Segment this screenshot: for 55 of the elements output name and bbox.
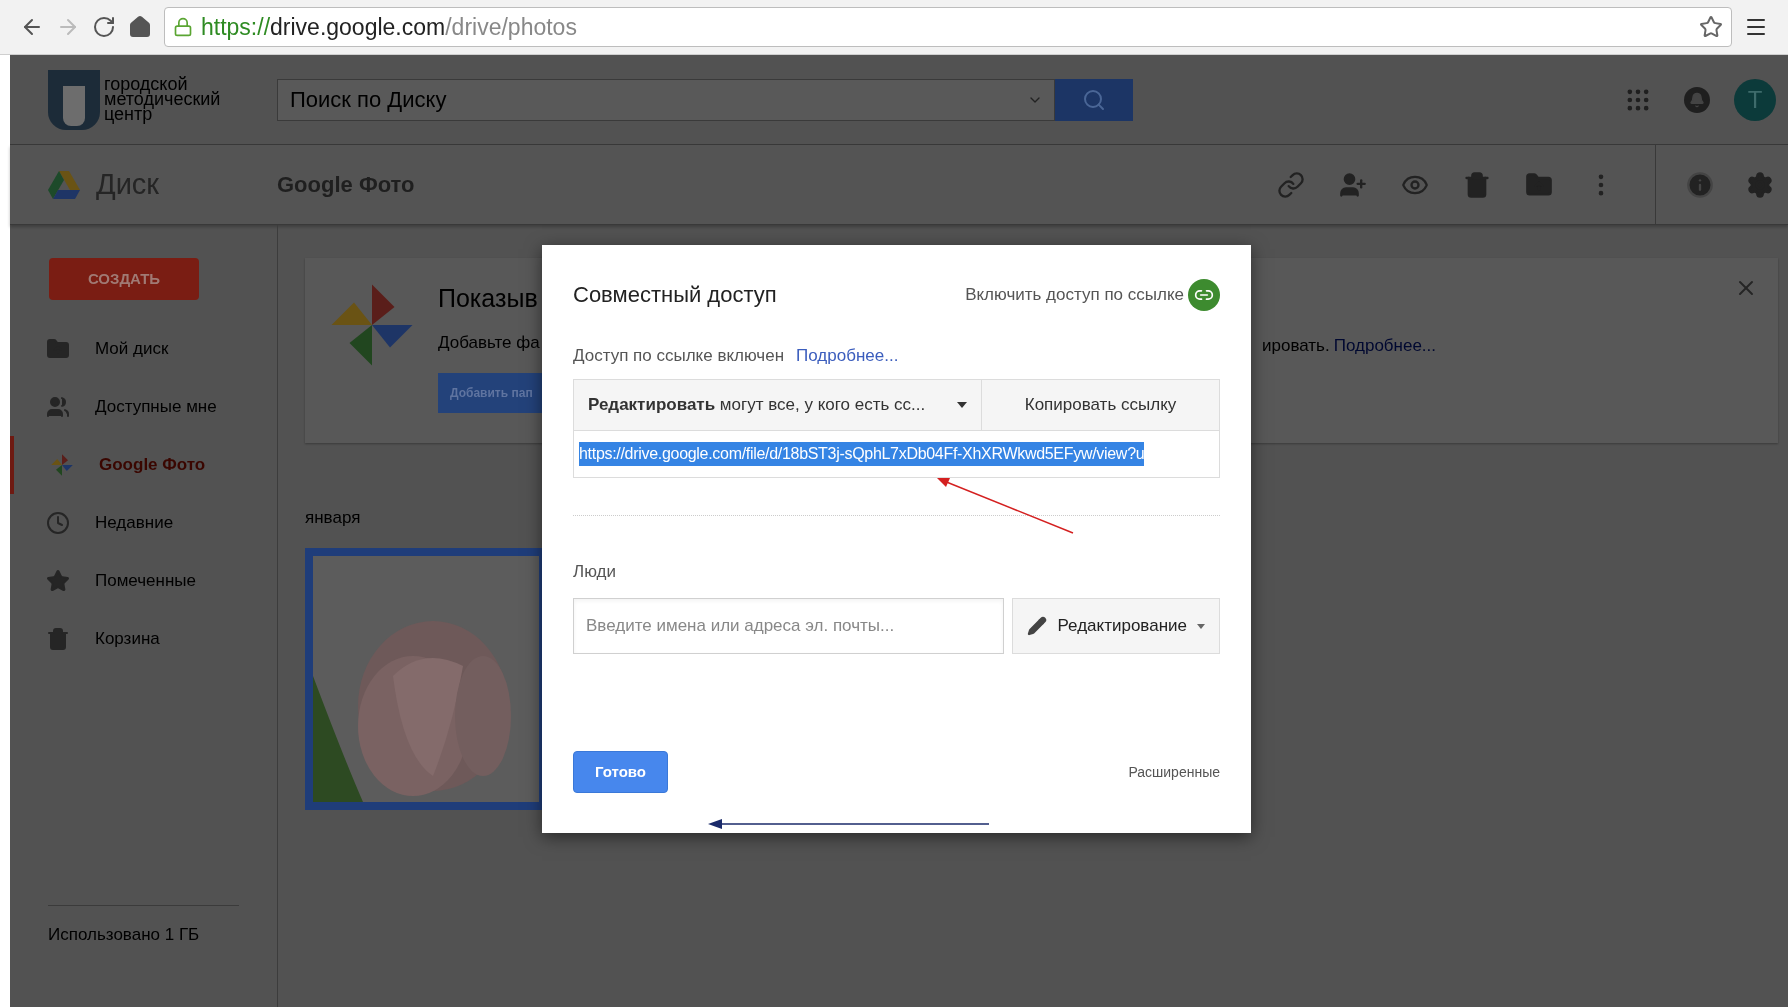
search-button[interactable] [1055,78,1133,121]
address-bar[interactable]: https://drive.google.com/drive/photos [164,7,1732,47]
settings-icon[interactable] [1746,170,1774,199]
copy-link-button[interactable]: Копировать ссылку [982,379,1219,430]
clock-icon [46,511,70,535]
trash-icon [46,627,70,651]
dialog-title: Совместный доступ [573,281,777,309]
learn-more-link[interactable]: Подробнее... [1333,333,1437,443]
banner-text: ировать. [1262,335,1330,357]
pencil-icon [1027,616,1048,636]
done-button[interactable]: Готово [573,751,668,793]
sidebar-item[interactable]: Помеченные [10,552,277,610]
caret-icon [1197,623,1205,629]
folder-icon[interactable] [1525,170,1553,199]
add-person-icon[interactable] [1339,170,1367,199]
link-sharing-label: Включить доступ по ссылке [965,283,1184,306]
notifications-icon[interactable] [1684,86,1710,113]
home-icon[interactable] [128,15,152,39]
people-label: Люди [573,560,617,583]
caret-icon [957,401,967,408]
date-heading: января [305,507,362,529]
drive-logo-icon [48,170,80,199]
link-field[interactable]: https://drive.google.com/file/d/18bST3j-sQphL7xDb04Ff-XhXRWkwd5EFyw/view?u [573,430,1220,478]
trash-icon[interactable] [1463,170,1491,199]
pinwheel-icon [50,453,74,477]
advanced-link[interactable]: Расширенные [1128,761,1220,783]
url-text: https://drive.google.com/drive/photos [201,12,577,42]
star-icon [46,569,70,593]
access-dropdown[interactable]: Редактировать могут все, у кого есть сс... [574,379,982,430]
link-status-text: Доступ по ссылке включен [573,345,785,367]
create-button[interactable]: СОЗДАТЬ [49,258,199,300]
bookmark-star-icon[interactable] [1699,15,1723,39]
banner-text: Добавьте фа [438,331,541,354]
permission-dropdown[interactable]: Редактирование [1012,598,1220,654]
storage-text: Использовано 1 ГБ [48,924,200,944]
link-sharing-button[interactable] [1188,278,1220,311]
link-icon[interactable] [1277,170,1305,199]
people-field[interactable]: Введите имена или адреса эл. почты... [573,598,1005,654]
search-field[interactable]: Поиск по Диску [277,78,1055,121]
learn-more-link[interactable]: Подробнее... [796,343,899,369]
banner-title: Показыв [438,283,539,314]
reload-icon[interactable] [92,15,116,39]
sidebar-item[interactable]: Доступные мне [10,378,277,436]
sidebar-item[interactable]: Корзина [10,610,277,668]
search-icon [1082,87,1106,112]
people-icon [46,395,70,419]
folder-icon [46,337,70,361]
info-icon[interactable] [1686,170,1714,199]
sidebar-item[interactable]: Google Фото [10,436,277,494]
logo-mark [48,69,100,130]
logo-text: городской [104,77,188,92]
sidebar-item[interactable]: Недавние [10,494,277,552]
logo-text: методический [104,92,221,107]
lock-icon [173,17,193,37]
sidebar-item[interactable]: Мой диск [10,320,277,378]
